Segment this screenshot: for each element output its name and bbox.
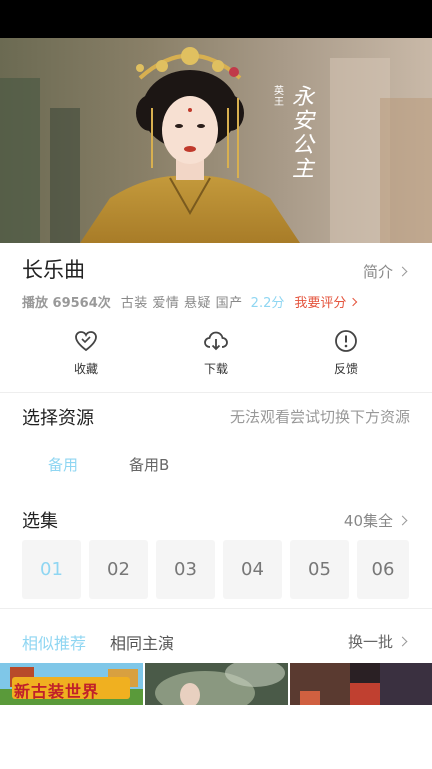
source-hint: 无法观看尝试切换下方资源	[229, 408, 410, 426]
episode-button[interactable]: 02	[89, 540, 148, 599]
episode-button[interactable]: 05	[290, 540, 349, 599]
divider	[0, 608, 432, 609]
recommend-thumbnail[interactable]	[145, 663, 288, 705]
feedback-button[interactable]: 反馈	[306, 326, 386, 377]
intro-link[interactable]: 简介	[362, 261, 408, 282]
chevron-right-icon	[397, 266, 408, 277]
intro-label: 简介	[362, 263, 393, 281]
divider	[0, 392, 432, 393]
hero-caption-big: 永安公主	[292, 85, 315, 182]
recommend-tabs: 相似推荐 相同主演	[22, 630, 174, 654]
chevron-right-icon	[397, 515, 408, 526]
refresh-button[interactable]: 换一批	[347, 631, 408, 652]
download-label: 下载	[203, 362, 228, 376]
episodes-total-label: 40集全	[343, 512, 393, 530]
favorite-button[interactable]: 收藏	[46, 326, 126, 377]
hero-caption-small: 英王	[274, 86, 284, 108]
genre-tags: 古装 爱情 悬疑 国产	[120, 296, 243, 311]
episodes-total-link[interactable]: 40集全	[343, 510, 408, 531]
source-tab-backup-b[interactable]: 备用B	[129, 454, 169, 475]
hero-poster[interactable]: 英王 永安公主	[0, 38, 432, 243]
chevron-right-icon	[397, 636, 408, 647]
chevron-right-icon	[349, 297, 358, 306]
refresh-label: 换一批	[347, 633, 393, 651]
episode-list: 01 02 03 04 05 06	[22, 540, 409, 599]
feedback-label: 反馈	[333, 362, 358, 376]
tab-similar[interactable]: 相似推荐	[22, 630, 86, 654]
show-meta: 播放 69564次 古装 爱情 悬疑 国产 2.2分 我要评分	[22, 292, 358, 311]
status-bar	[0, 0, 432, 38]
episode-button[interactable]: 03	[156, 540, 215, 599]
tab-same-cast[interactable]: 相同主演	[110, 630, 174, 654]
recommend-thumbnails: 新古装世界	[0, 663, 432, 705]
rate-label: 我要评分	[294, 296, 347, 311]
episodes-title: 选集	[22, 511, 58, 532]
thumbnail-banner-text: 新古装世界	[14, 682, 100, 701]
source-tab-backup[interactable]: 备用	[48, 454, 78, 475]
recommend-thumbnail[interactable]: 新古装世界	[0, 663, 143, 705]
play-count: 播放 69564次	[22, 296, 111, 311]
recommend-thumbnail[interactable]	[290, 663, 432, 705]
episode-button[interactable]: 04	[223, 540, 282, 599]
heart-icon	[46, 326, 126, 356]
action-bar: 收藏 下载 反馈	[0, 326, 432, 386]
hero-image	[0, 38, 432, 243]
episode-button[interactable]: 06	[357, 540, 409, 599]
episode-button[interactable]: 01	[22, 540, 81, 599]
feedback-alert-icon	[306, 326, 386, 356]
download-button[interactable]: 下载	[176, 326, 256, 377]
download-cloud-icon	[176, 326, 256, 356]
score: 2.2分	[250, 296, 285, 311]
source-title: 选择资源	[22, 408, 94, 429]
show-title: 长乐曲	[22, 258, 85, 282]
favorite-label: 收藏	[73, 362, 98, 376]
rate-button[interactable]: 我要评分	[294, 292, 358, 311]
